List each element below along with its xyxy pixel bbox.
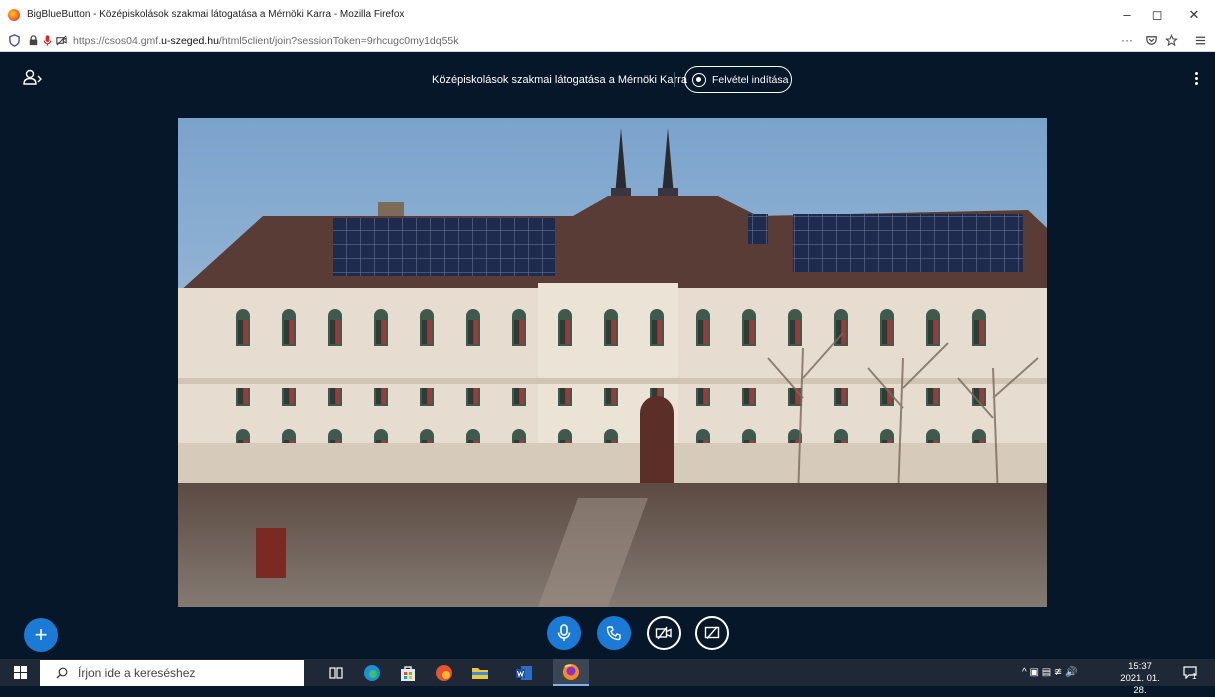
firefox-taskbar-button[interactable] — [553, 659, 589, 686]
page-actions-button[interactable]: ··· — [1121, 33, 1133, 47]
taskbar-clock[interactable]: 15:37 2021. 01. 28. — [1118, 661, 1162, 697]
menu-icon[interactable] — [1194, 34, 1207, 47]
shield-icon[interactable] — [8, 34, 21, 47]
clock-date: 2021. 01. 28. — [1120, 673, 1160, 696]
webcam-video[interactable] — [178, 118, 1047, 607]
meeting-title: Középiskolások szakmai látogatása a Mérn… — [432, 74, 687, 86]
word-icon[interactable] — [514, 663, 534, 683]
notification-count: 1 — [1192, 672, 1197, 681]
taskbar-search-box[interactable]: Írjon ide a kereséshez — [40, 660, 304, 686]
file-explorer-icon[interactable] — [470, 663, 490, 683]
window-title-bar: BigBlueButton - Középiskolások szakmai l… — [0, 0, 1215, 30]
system-tray[interactable]: ^ ▣ ▤ ≇ 🔊 — [1022, 667, 1078, 678]
windows-taskbar: Írjon ide a kereséshez ^ ▣ ▤ ≇ 🔊 15:37 2… — [0, 659, 1215, 696]
search-placeholder: Írjon ide a kereséshez — [78, 666, 196, 680]
camera-off-icon — [655, 626, 672, 640]
phone-icon — [606, 626, 621, 641]
lock-icon[interactable] — [27, 34, 40, 47]
camera-blocked-icon[interactable] — [55, 34, 68, 47]
leave-audio-button[interactable] — [597, 616, 631, 650]
user-list-icon[interactable] — [22, 68, 44, 88]
start-recording-button[interactable]: Felvétel indítása — [684, 66, 792, 93]
microphone-button[interactable] — [547, 616, 581, 650]
windows-start-icon[interactable] — [14, 666, 28, 680]
url-text[interactable]: https://csos04.gmf.u-szeged.hu/html5clie… — [73, 35, 459, 47]
options-icon[interactable] — [1190, 72, 1202, 90]
store-icon[interactable] — [398, 663, 418, 683]
maximize-button[interactable]: ◻ — [1146, 5, 1168, 25]
header-divider — [674, 72, 675, 87]
meeting-header: Középiskolások szakmai látogatása a Mérn… — [0, 52, 1215, 108]
firefox-icon — [563, 664, 579, 680]
plus-icon: + — [34, 622, 48, 647]
video-frame — [178, 118, 1047, 607]
record-label: Felvétel indítása — [712, 73, 789, 86]
address-bar[interactable]: https://csos04.gmf.u-szeged.hu/html5clie… — [0, 30, 1215, 52]
record-icon — [692, 72, 706, 87]
search-icon — [56, 667, 68, 679]
star-icon[interactable] — [1165, 34, 1178, 47]
clock-time: 15:37 — [1128, 661, 1152, 672]
share-screen-button[interactable] — [695, 616, 729, 650]
microphone-indicator-icon[interactable] — [41, 34, 54, 47]
close-button[interactable]: ✕ — [1183, 5, 1205, 25]
screen-share-off-icon — [704, 626, 720, 639]
microphone-icon — [557, 624, 571, 641]
actions-plus-button[interactable]: + — [24, 618, 58, 652]
share-webcam-button[interactable] — [647, 616, 681, 650]
edge-icon[interactable] — [362, 663, 382, 683]
minimize-button[interactable]: – — [1116, 5, 1138, 25]
tray-chevron[interactable]: ^ — [1022, 667, 1027, 678]
office-icon[interactable] — [434, 663, 454, 683]
task-view-icon[interactable] — [326, 663, 346, 683]
window-title: BigBlueButton - Középiskolások szakmai l… — [27, 9, 405, 20]
firefox-logo-icon — [8, 9, 20, 21]
pocket-icon[interactable] — [1145, 34, 1158, 47]
